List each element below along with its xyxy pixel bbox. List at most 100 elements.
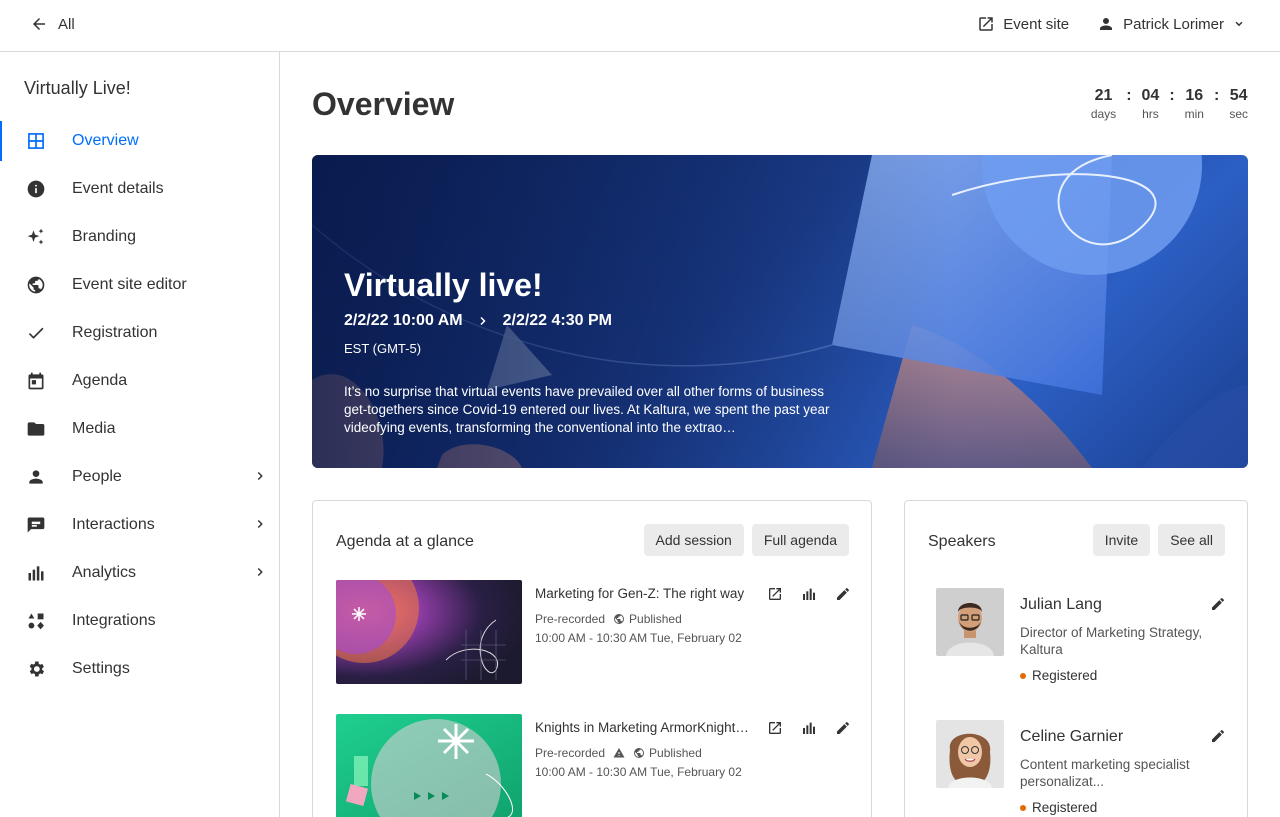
user-icon — [1100, 18, 1113, 30]
bar-chart-icon — [24, 561, 48, 585]
event-site-link[interactable]: Event site — [977, 15, 1069, 33]
main-content: Overview 21 days : 04 hrs : 16 min : 54 sec … — [280, 52, 1280, 817]
session-time: 10:00 AM - 10:30 AM Tue, February 02 — [535, 631, 742, 645]
countdown-hours: 04 — [1141, 87, 1160, 104]
info-icon — [24, 177, 48, 201]
back-label: All — [58, 15, 75, 33]
speaker-item[interactable]: Celine Garnier Content marketing special… — [936, 720, 1226, 817]
chevron-right-icon — [480, 316, 486, 326]
sidebar-item-analytics[interactable]: Analytics — [0, 549, 279, 597]
session-time: 10:00 AM - 10:30 AM Tue, February 02 — [535, 765, 742, 779]
edit-icon[interactable] — [835, 586, 851, 602]
agenda-card: Agenda at a glance Add session Full agen… — [312, 500, 872, 817]
sidebar-item-label: Analytics — [72, 564, 137, 581]
sidebar-item-label: Event site editor — [72, 276, 187, 293]
chevron-right-icon — [257, 471, 263, 481]
chevron-right-icon — [257, 519, 263, 529]
sidebar-item-interactions[interactable]: Interactions — [0, 501, 279, 549]
sidebar-item-agenda[interactable]: Agenda — [0, 357, 279, 405]
speaker-role: Director of Marketing Strategy, Kaltura — [1020, 625, 1203, 657]
analytics-icon[interactable] — [801, 586, 817, 602]
agenda-session[interactable]: Knights in Marketing ArmorKnights in Mar… — [336, 714, 851, 817]
folder-icon — [24, 417, 48, 441]
event-hero-banner: Virtually live! 2/2/22 10:00 AM 2/2/22 4… — [312, 155, 1248, 468]
chevron-down-icon — [1235, 21, 1243, 27]
chat-icon — [24, 513, 48, 537]
shapes-icon — [24, 609, 48, 633]
add-session-button[interactable]: Add session — [643, 524, 744, 556]
edit-icon[interactable] — [1210, 596, 1226, 612]
page-title: Overview — [312, 86, 455, 122]
globe-icon — [24, 273, 48, 297]
speaker-name: Julian Lang — [1020, 596, 1102, 613]
invite-button[interactable]: Invite — [1092, 524, 1151, 556]
session-thumbnail — [336, 714, 522, 817]
countdown-days: 21 — [1094, 87, 1113, 104]
speaker-status-label: Registered — [1032, 668, 1098, 683]
user-menu[interactable]: Patrick Lorimer — [1097, 15, 1246, 33]
sidebar-item-label: Branding — [72, 228, 137, 245]
countdown-seconds-label: sec — [1229, 107, 1248, 121]
event-site-label: Event site — [1003, 15, 1070, 33]
status-dot — [1020, 804, 1026, 811]
check-icon — [24, 321, 48, 345]
countdown-separator: : — [1126, 87, 1132, 104]
hero-dates: 2/2/22 10:00 AM 2/2/22 4:30 PM — [344, 312, 612, 330]
agenda-session[interactable]: Marketing for Gen-Z: The right way Pre-r… — [336, 580, 851, 686]
hero-end-date: 2/2/22 4:30 PM — [502, 312, 612, 329]
hero-title: Virtually live! — [344, 267, 543, 303]
person-icon — [24, 465, 48, 489]
session-title: Marketing for Gen-Z: The right way — [535, 586, 745, 601]
countdown-days-label: days — [1090, 107, 1117, 121]
calendar-icon — [24, 369, 48, 393]
sidebar-item-label: Integrations — [72, 612, 156, 629]
session-status: Published — [649, 746, 702, 760]
sidebar-item-integrations[interactable]: Integrations — [0, 597, 279, 645]
speaker-item[interactable]: Julian Lang Director of Marketing Strate… — [936, 588, 1226, 698]
sparkles-icon — [24, 225, 48, 249]
sidebar-item-label: Event details — [72, 180, 164, 197]
countdown-separator: : — [1169, 87, 1175, 104]
edit-icon[interactable] — [1210, 728, 1226, 744]
see-all-button[interactable]: See all — [1158, 524, 1225, 556]
analytics-icon[interactable] — [801, 720, 817, 736]
countdown-separator: : — [1213, 87, 1220, 104]
full-agenda-button[interactable]: Full agenda — [751, 524, 849, 556]
speaker-avatar — [936, 588, 1004, 656]
globe-icon — [614, 614, 625, 624]
speaker-name: Celine Garnier — [1020, 728, 1124, 745]
sidebar-item-label: Interactions — [72, 516, 155, 533]
sidebar-item-branding[interactable]: Branding — [0, 213, 279, 261]
status-dot — [1020, 672, 1026, 679]
open-external-icon[interactable] — [767, 586, 783, 602]
event-name: Virtually Live! — [24, 78, 131, 98]
open-external-icon[interactable] — [767, 720, 783, 736]
hero-description: It’s no surprise that virtual events hav… — [344, 384, 830, 435]
speaker-status-label: Registered — [1032, 800, 1098, 815]
back-button[interactable]: All — [30, 15, 75, 33]
speakers-title: Speakers — [928, 533, 996, 550]
globe-icon — [634, 748, 645, 758]
chevron-right-icon — [257, 567, 263, 577]
sidebar-item-event-details[interactable]: Event details — [0, 165, 279, 213]
speaker-role: Content marketing specialist personaliza… — [1020, 757, 1190, 789]
warning-icon — [613, 748, 625, 758]
sidebar-item-settings[interactable]: Settings — [0, 645, 279, 693]
speakers-card: Speakers Invite See all Julian Lang Dire — [904, 500, 1248, 817]
sidebar-item-media[interactable]: Media — [0, 405, 279, 453]
sidebar-item-overview[interactable]: Overview — [0, 117, 279, 165]
sidebar: Virtually Live! Overview Event details B… — [0, 52, 280, 817]
session-type: Pre-recorded — [535, 746, 606, 760]
session-type: Pre-recorded — [535, 612, 606, 626]
sidebar-item-event-site-editor[interactable]: Event site editor — [0, 261, 279, 309]
grid-icon — [24, 129, 48, 153]
session-status: Published — [629, 612, 682, 626]
agenda-title: Agenda at a glance — [336, 533, 474, 550]
user-name: Patrick Lorimer — [1123, 15, 1224, 33]
gear-icon — [24, 657, 48, 681]
sidebar-item-label: Agenda — [72, 372, 128, 389]
sidebar-item-people[interactable]: People — [0, 453, 279, 501]
edit-icon[interactable] — [835, 720, 851, 736]
sidebar-item-registration[interactable]: Registration — [0, 309, 279, 357]
countdown-minutes-label: min — [1184, 107, 1204, 121]
